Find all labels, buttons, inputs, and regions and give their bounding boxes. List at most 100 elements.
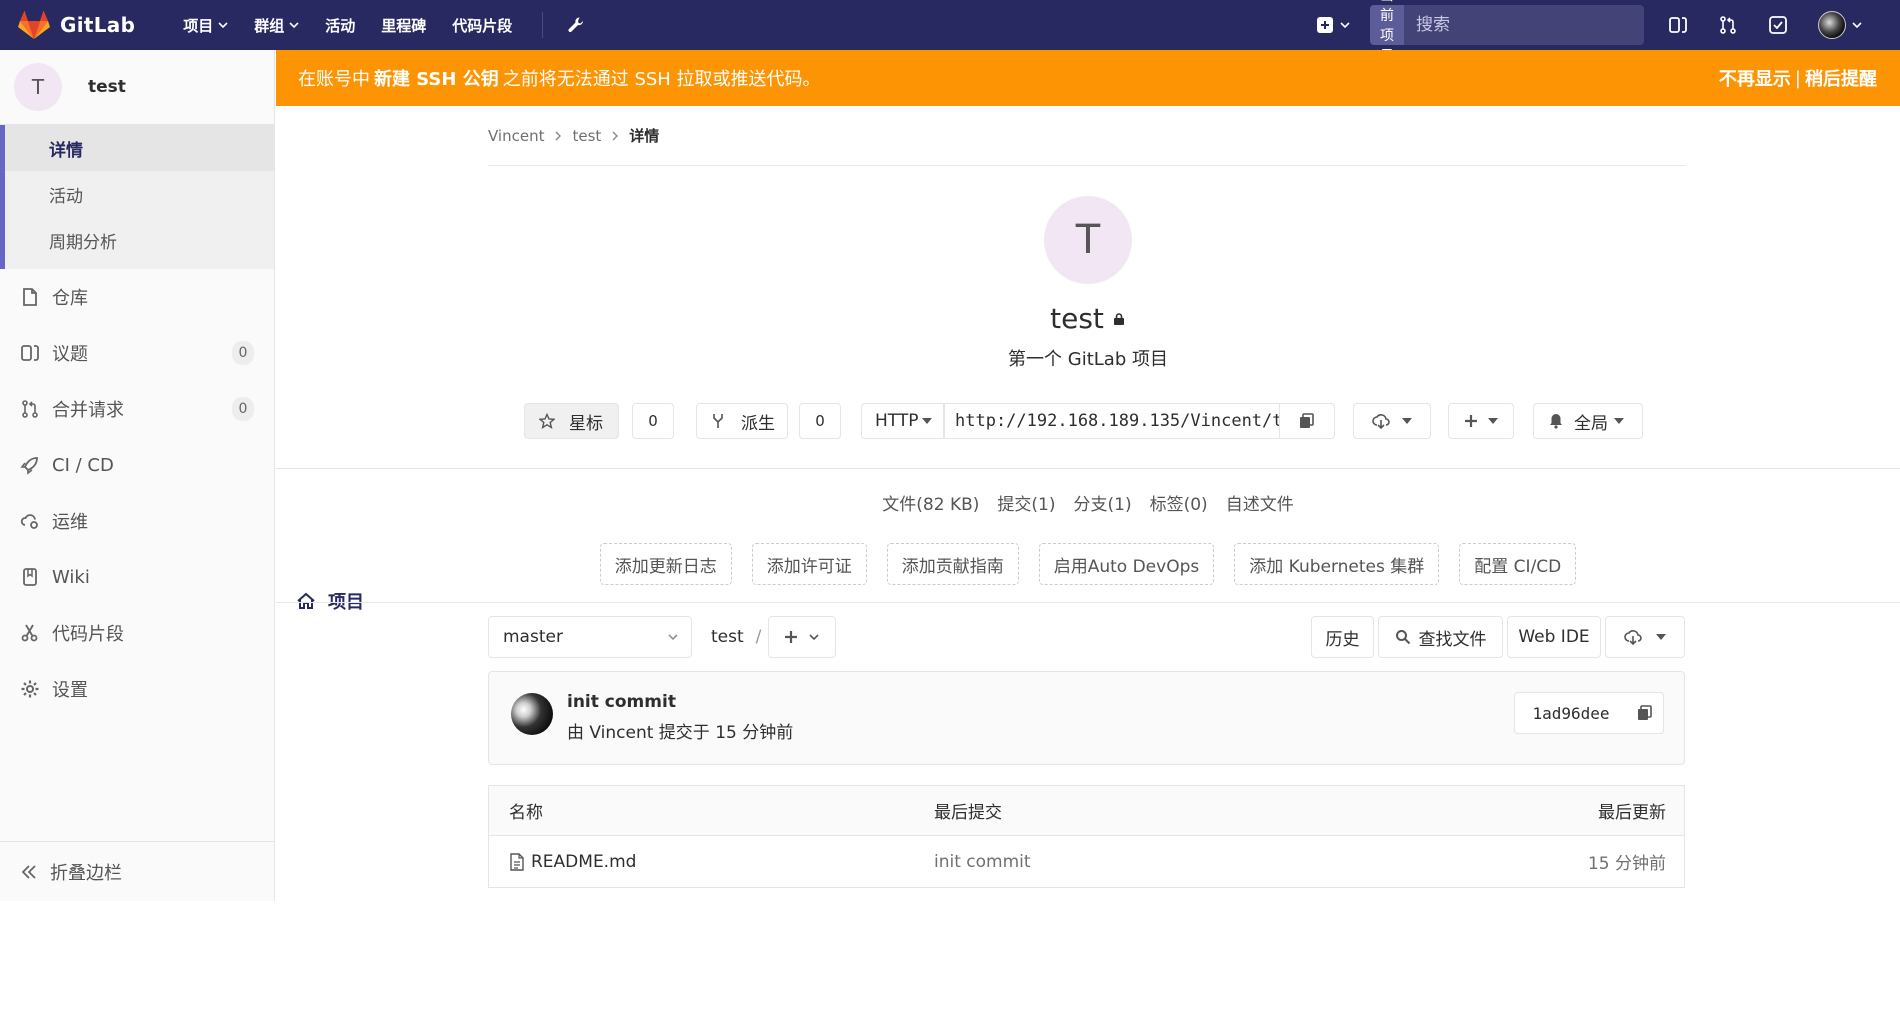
gitlab-home-link[interactable]: GitLab — [18, 10, 135, 40]
nav-groups-label: 群组 — [254, 16, 285, 35]
sidebar-item-issues[interactable]: 议题 0 — [0, 325, 274, 381]
stat-files[interactable]: 文件(82 KB) — [882, 490, 979, 515]
add-kubernetes-cluster-button[interactable]: 添加 Kubernetes 集群 — [1234, 543, 1440, 585]
merge-requests-count-badge: 0 — [232, 397, 254, 421]
nav-groups[interactable]: 群组 — [254, 15, 299, 36]
merge-request-icon[interactable] — [1718, 15, 1738, 35]
copy-sha-button[interactable] — [1627, 692, 1664, 734]
issues-count-badge: 0 — [232, 341, 254, 365]
commit-sha-link[interactable]: 1ad96dee — [1514, 692, 1628, 734]
sidebar-item-merge-requests[interactable]: 合并请求 0 — [0, 381, 274, 437]
clone-protocol-select[interactable]: HTTP — [861, 403, 944, 439]
alert-suffix: 之前将无法通过 SSH 拉取或推送代码。 — [502, 69, 821, 90]
alert-prefix: 在账号中 — [298, 69, 370, 90]
nav-activity[interactable]: 活动 — [325, 15, 355, 36]
add-ssh-key-link[interactable]: 新建 SSH 公钥 — [374, 65, 499, 91]
plus-square-icon — [1317, 17, 1333, 33]
stat-tags[interactable]: 标签(0) — [1150, 490, 1208, 515]
sidebar-item-operations[interactable]: 运维 — [0, 493, 274, 549]
stat-commits[interactable]: 提交(1) — [997, 490, 1055, 515]
star-count[interactable]: 0 — [632, 403, 674, 439]
stat-branches[interactable]: 分支(1) — [1074, 490, 1132, 515]
add-contributing-button[interactable]: 添加贡献指南 — [886, 543, 1019, 585]
header-last-commit: 最后提交 — [934, 803, 1002, 823]
fork-icon — [713, 414, 723, 428]
nav-divider — [542, 12, 544, 38]
commit-author-avatar[interactable] — [511, 693, 553, 735]
nav-projects[interactable]: 项目 — [183, 15, 228, 36]
breadcrumb-project[interactable]: test — [572, 127, 601, 145]
file-last-commit-link[interactable]: init commit — [934, 852, 1031, 872]
find-file-button[interactable]: 查找文件 — [1378, 616, 1503, 658]
sidebar-subitem-activity[interactable]: 活动 — [5, 171, 274, 217]
fork-label: 派生 — [741, 413, 775, 434]
web-ide-button[interactable]: Web IDE — [1507, 616, 1601, 658]
commit-meta: 由 Vincent 提交于 15 分钟前 — [567, 723, 794, 743]
clone-url-input[interactable]: http://192.168.189.135/Vincent/test.git — [944, 403, 1280, 439]
file-name-link[interactable]: README.md — [509, 852, 636, 872]
branch-select[interactable]: master — [488, 616, 692, 658]
issues-icon[interactable] — [1668, 15, 1688, 35]
cloud-download-icon — [1372, 414, 1390, 429]
copy-url-button[interactable] — [1279, 403, 1335, 439]
sidebar-item-label: 代码片段 — [52, 624, 124, 645]
enable-auto-devops-button[interactable]: 启用Auto DevOps — [1038, 543, 1215, 585]
file-table-header: 名称 最后提交 最后更新 — [489, 786, 1684, 836]
cloud-gear-icon — [20, 514, 38, 529]
wrench-icon[interactable] — [567, 16, 585, 34]
setup-ci-cd-button[interactable]: 配置 CI/CD — [1459, 543, 1577, 585]
add-license-button[interactable]: 添加许可证 — [751, 543, 867, 585]
sidebar-item-label: Wiki — [52, 566, 90, 588]
search-scope-badge[interactable]: 当前项目 — [1370, 0, 1404, 64]
nav-milestones[interactable]: 里程碑 — [381, 15, 426, 36]
collapse-sidebar-button[interactable]: 折叠边栏 — [0, 841, 274, 901]
header-last-update: 最后更新 — [1598, 803, 1666, 823]
project-header: T test 第一个 GitLab 项目 — [276, 196, 1900, 371]
file-name: README.md — [531, 851, 637, 872]
dont-show-again-link[interactable]: 不再显示 — [1719, 65, 1791, 91]
sidebar-project-header[interactable]: T test — [0, 50, 274, 125]
add-new-dropdown[interactable] — [1448, 403, 1514, 439]
star-button[interactable]: 星标 — [524, 403, 619, 439]
fork-count[interactable]: 0 — [799, 403, 841, 439]
tree-controls: master test / 历史 查找文件 Web IDE — [488, 616, 1685, 658]
fork-button[interactable]: 派生 — [696, 403, 788, 439]
stat-readme[interactable]: 自述文件 — [1226, 490, 1294, 515]
nav-projects-label: 项目 — [183, 16, 214, 35]
sidebar-item-wiki[interactable]: Wiki — [0, 549, 274, 605]
download-source-dropdown[interactable] — [1605, 616, 1685, 658]
user-menu[interactable] — [1818, 11, 1862, 39]
commit-title-link[interactable]: init commit — [567, 692, 676, 712]
todo-check-icon[interactable] — [1768, 15, 1788, 35]
sidebar-subitem-details[interactable]: 详情 — [5, 125, 274, 171]
project-title: test — [1050, 302, 1104, 335]
breadcrumb-namespace[interactable]: Vincent — [488, 127, 544, 145]
add-changelog-button[interactable]: 添加更新日志 — [599, 543, 732, 585]
sidebar-item-settings[interactable]: 设置 — [0, 661, 274, 717]
search-input[interactable] — [1404, 5, 1635, 45]
sidebar-item-repository[interactable]: 仓库 — [0, 269, 274, 325]
breadcrumb-current: 详情 — [629, 127, 660, 145]
book-icon — [23, 568, 37, 586]
sidebar-subitem-cycle-analytics[interactable]: 周期分析 — [5, 217, 274, 263]
remind-later-link[interactable]: 稍后提醒 — [1805, 65, 1877, 91]
add-to-tree-dropdown[interactable] — [768, 616, 836, 658]
sidebar-section-project: 项目 详情 活动 周期分析 — [0, 125, 364, 613]
star-label: 星标 — [569, 413, 603, 434]
plus-icon — [785, 631, 797, 643]
nav-snippets[interactable]: 代码片段 — [452, 15, 512, 36]
chevron-right-icon — [612, 131, 619, 140]
sidebar-item-ci-cd[interactable]: CI / CD — [0, 437, 274, 493]
gitlab-logo-icon — [18, 10, 50, 39]
notification-dropdown[interactable]: 全局 — [1533, 403, 1643, 439]
history-button[interactable]: 历史 — [1311, 616, 1374, 658]
cloud-download-icon — [1624, 630, 1642, 645]
new-dropdown-button[interactable] — [1316, 16, 1350, 34]
project-actions: 星标 0 派生 0 HTTP http://192.168.189.135/Vi… — [276, 403, 1900, 439]
sidebar-item-snippets[interactable]: 代码片段 — [0, 605, 274, 661]
path-root-link[interactable]: test — [711, 627, 744, 647]
search-box: 当前项目 — [1370, 0, 1644, 64]
download-button[interactable] — [1353, 403, 1431, 439]
project-title-row: test — [276, 302, 1900, 335]
